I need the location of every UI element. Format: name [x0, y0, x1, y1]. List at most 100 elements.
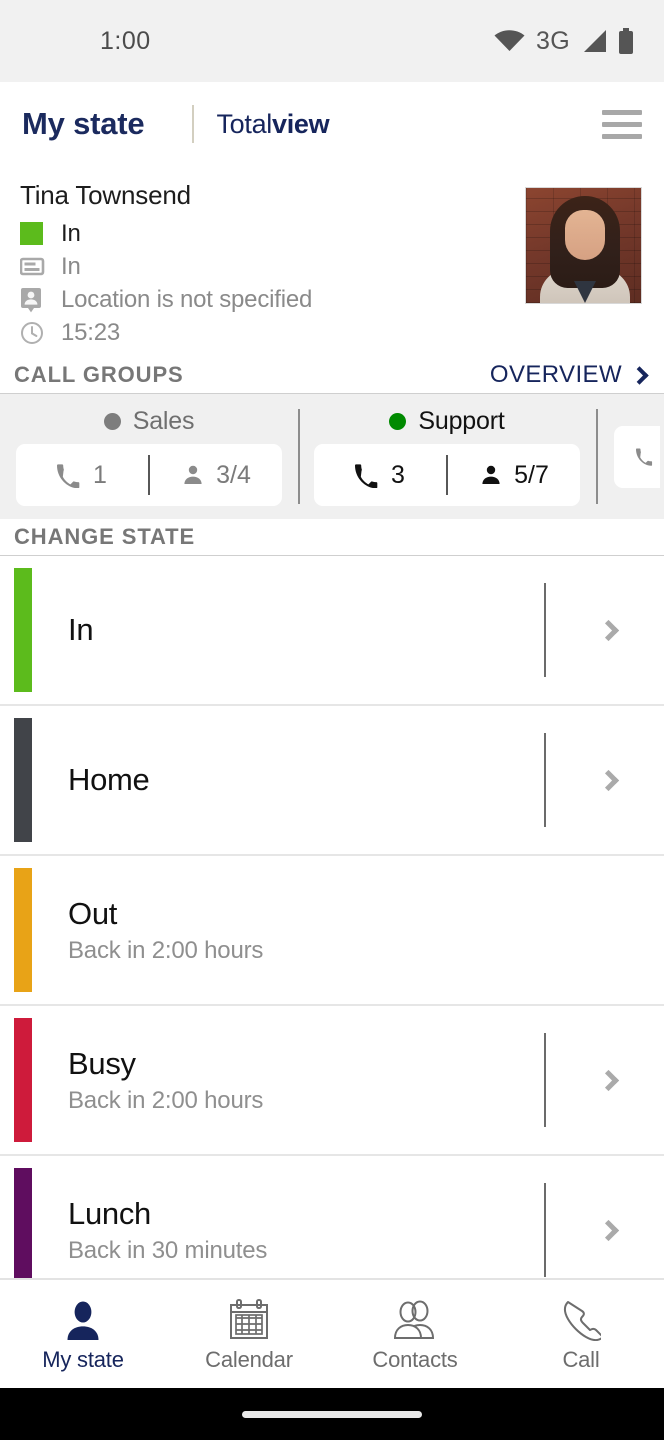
- agent-count-cell: 5/7: [448, 461, 580, 490]
- chevron-right-icon[interactable]: [597, 1219, 619, 1241]
- nav-item-contacts[interactable]: Contacts: [332, 1295, 498, 1373]
- brand-bold: view: [272, 108, 330, 139]
- state-text: Lunch Back in 30 minutes: [32, 1156, 544, 1278]
- call-groups-title: CALL GROUPS: [14, 362, 184, 388]
- state-name: Out: [68, 895, 118, 931]
- profile-message-label: In: [61, 252, 81, 280]
- phone-icon: [355, 464, 378, 488]
- brand-regular: Total: [216, 108, 272, 139]
- calendar-icon: [229, 1295, 269, 1341]
- state-action: [544, 856, 664, 1004]
- state-name: Busy: [68, 1045, 136, 1081]
- nav-label: Contacts: [372, 1347, 458, 1372]
- call-group-support[interactable]: Support 3 5/7: [298, 394, 596, 519]
- state-item-out[interactable]: Out Back in 2:00 hours: [0, 856, 664, 1007]
- call-count-cell: 3: [314, 461, 446, 490]
- call-count-cell: 1: [16, 461, 148, 490]
- state-color-bar: [14, 568, 32, 693]
- cell-divider: [446, 455, 448, 496]
- nav-item-calendar[interactable]: Calendar: [166, 1295, 332, 1373]
- brand-logo: Totalview: [216, 109, 329, 140]
- chevron-right-icon[interactable]: [597, 769, 619, 791]
- state-color-bar: [14, 718, 32, 843]
- person-icon: [482, 465, 500, 485]
- overview-label: OVERVIEW: [489, 361, 622, 389]
- call-count: 3: [391, 460, 405, 489]
- call-count: 1: [93, 460, 107, 489]
- nav-label: My state: [42, 1347, 124, 1372]
- state-item-lunch[interactable]: Lunch Back in 30 minutes: [0, 1156, 664, 1278]
- nav-item-call[interactable]: Call: [498, 1295, 664, 1373]
- state-text: In: [32, 556, 544, 704]
- action-divider: [544, 1033, 546, 1128]
- phone-icon: [57, 464, 80, 488]
- signal-icon: [581, 29, 607, 53]
- avatar: [525, 187, 642, 304]
- call-group-sales-stats[interactable]: 1 3/4: [16, 444, 282, 507]
- chevron-right-icon[interactable]: [597, 1069, 619, 1091]
- call-group-support-stats[interactable]: 3 5/7: [314, 444, 580, 507]
- profile-details: Tina Townsend In In Location is not spec…: [20, 180, 525, 349]
- call-group-sales-header: Sales: [103, 407, 194, 436]
- state-color-bar: [14, 868, 32, 993]
- state-action[interactable]: [544, 1156, 664, 1278]
- call-group-next-partial[interactable]: [596, 394, 660, 519]
- agent-count: 3/4: [216, 460, 251, 489]
- person-filled-icon: [66, 1295, 100, 1341]
- profile-name: Tina Townsend: [20, 180, 191, 210]
- change-state-title: CHANGE STATE: [14, 524, 196, 550]
- overview-link[interactable]: OVERVIEW: [489, 361, 649, 389]
- profile-state-label: In: [61, 219, 81, 247]
- state-name: In: [68, 612, 94, 648]
- nav-label: Calendar: [205, 1347, 293, 1372]
- state-item-busy[interactable]: Busy Back in 2:00 hours: [0, 1006, 664, 1157]
- status-dot: [103, 413, 121, 431]
- action-divider: [544, 733, 546, 828]
- status-bar: 1:00 3G: [0, 0, 664, 82]
- hamburger-menu-icon[interactable]: [602, 109, 642, 139]
- state-action[interactable]: [544, 1006, 664, 1154]
- state-item-in[interactable]: In: [0, 556, 664, 707]
- message-icon: [20, 256, 48, 278]
- network-type-label: 3G: [536, 26, 570, 55]
- profile-location-label: Location is not specified: [61, 285, 313, 313]
- action-divider: [544, 583, 546, 678]
- nav-label: Call: [562, 1347, 600, 1372]
- location-person-icon: [20, 287, 48, 313]
- chevron-right-icon[interactable]: [597, 619, 619, 641]
- change-state-header: CHANGE STATE: [0, 519, 664, 557]
- state-color-bar: [14, 1018, 32, 1143]
- profile-location-row: Location is not specified: [20, 283, 525, 316]
- call-group-name: Support: [418, 407, 505, 436]
- state-color-bar: [14, 1168, 32, 1278]
- agent-count: 5/7: [514, 460, 549, 489]
- battery-icon: [618, 28, 634, 54]
- nav-item-my-state[interactable]: My state: [0, 1295, 166, 1373]
- chevron-right-icon: [630, 365, 649, 385]
- call-groups-carousel[interactable]: Sales 1 3/4 Support 3 5/7: [0, 394, 664, 520]
- app-screen: 1:00 3G My state Totalview Tina Townsend…: [0, 0, 664, 1440]
- app-header: My state Totalview: [0, 82, 664, 166]
- phone-handset-icon: [561, 1295, 601, 1341]
- profile-time-row: 15:23: [20, 316, 525, 349]
- state-text: Home: [32, 706, 544, 854]
- profile-card[interactable]: Tina Townsend In In Location is not spec…: [0, 166, 664, 357]
- change-state-list[interactable]: In Home Out Back in 2:00 hours Busy Back…: [0, 556, 664, 1278]
- state-subtitle: Back in 30 minutes: [68, 1236, 268, 1264]
- state-text: Out Back in 2:00 hours: [32, 856, 544, 1004]
- action-divider: [544, 1183, 546, 1278]
- call-group-sales[interactable]: Sales 1 3/4: [0, 394, 298, 519]
- state-item-home[interactable]: Home: [0, 706, 664, 857]
- state-action[interactable]: [544, 556, 664, 704]
- contacts-icon: [392, 1295, 438, 1341]
- call-group-next-card[interactable]: [614, 425, 660, 488]
- gesture-handle[interactable]: [242, 1410, 422, 1418]
- state-text: Busy Back in 2:00 hours: [32, 1006, 544, 1154]
- status-bar-clock: 1:00: [100, 26, 151, 55]
- call-group-support-header: Support: [389, 407, 505, 436]
- agent-count-cell: 3/4: [150, 461, 282, 490]
- clock-icon: [20, 321, 48, 345]
- phone-icon: [636, 448, 653, 466]
- status-bar-indicators: 3G: [494, 27, 634, 56]
- state-action[interactable]: [544, 706, 664, 854]
